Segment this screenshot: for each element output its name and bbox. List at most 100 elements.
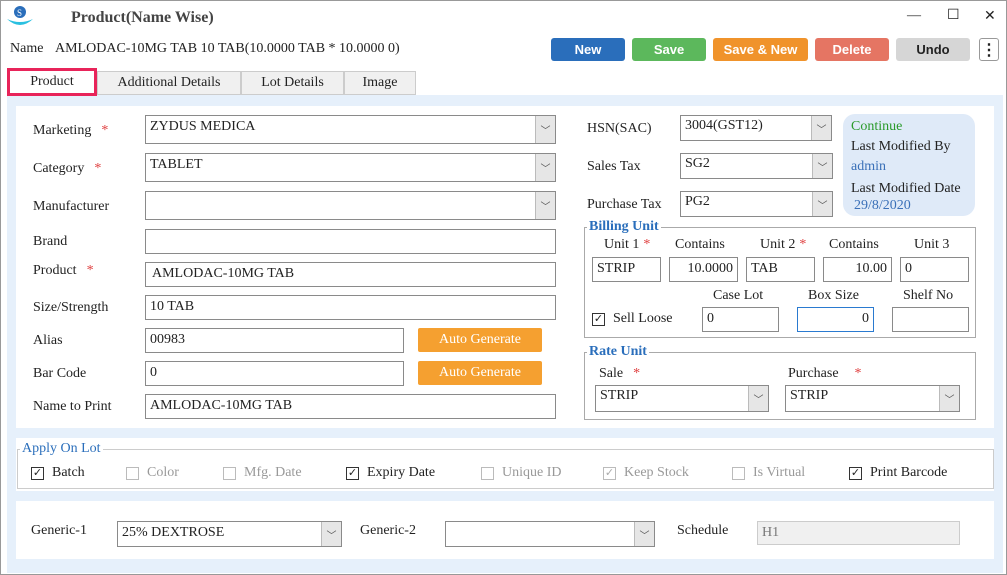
size-label: Size/Strength: [33, 300, 108, 316]
barcode-auto-generate-button[interactable]: Auto Generate: [418, 361, 542, 385]
hsn-label: HSN(SAC): [587, 121, 652, 137]
tab-additional-details[interactable]: Additional Details: [97, 71, 241, 95]
name-to-print-input[interactable]: AMLODAC-10MG TAB: [145, 394, 556, 419]
contains2-input[interactable]: 10.00: [823, 257, 892, 282]
apply-on-lot-checkbox: Is Virtual: [732, 465, 805, 481]
category-label: Category*: [33, 161, 101, 177]
sale-unit-select[interactable]: STRIP﹀: [595, 385, 769, 412]
purchase-tax-select[interactable]: PG2﹀: [680, 191, 833, 217]
checkbox-label: Unique ID: [502, 465, 562, 481]
checkbox-icon: [732, 467, 745, 480]
status-state: Continue: [851, 119, 902, 135]
tab-product[interactable]: Product: [7, 68, 97, 96]
size-input[interactable]: 10 TAB: [145, 295, 556, 320]
alias-auto-generate-button[interactable]: Auto Generate: [418, 328, 542, 352]
checkbox-label: Keep Stock: [624, 465, 689, 481]
category-select[interactable]: TABLET﹀: [145, 153, 556, 182]
checkbox-icon: [481, 467, 494, 480]
tab-image[interactable]: Image: [344, 71, 416, 95]
chevron-down-icon: ﹀: [939, 386, 959, 411]
save-new-button[interactable]: Save & New: [713, 38, 808, 61]
manufacturer-select[interactable]: ﹀: [145, 191, 556, 220]
checkbox-label: Batch: [52, 465, 85, 481]
modified-date-value: 29/8/2020: [854, 198, 911, 214]
generic2-select[interactable]: ﹀: [445, 521, 655, 547]
tab-lot-details[interactable]: Lot Details: [241, 71, 344, 95]
case-lot-label: Case Lot: [713, 288, 763, 304]
checkbox-label: Print Barcode: [870, 465, 947, 481]
box-size-label: Box Size: [808, 288, 859, 304]
unit2-input[interactable]: TAB: [746, 257, 815, 282]
unit2-label: Unit 2*: [760, 237, 806, 253]
purchase-label: Purchase*: [788, 366, 862, 382]
marketing-select[interactable]: ZYDUS MEDICA﹀: [145, 115, 556, 144]
chevron-down-icon: ﹀: [811, 116, 831, 140]
checkbox-checked-icon: ✓: [346, 467, 359, 480]
chevron-down-icon: ﹀: [535, 192, 555, 219]
chevron-down-icon: ﹀: [535, 154, 555, 181]
modified-by-value: admin: [851, 159, 886, 175]
checkbox-label: Mfg. Date: [244, 465, 302, 481]
barcode-input[interactable]: 0: [145, 361, 404, 386]
rate-unit-title: Rate Unit: [587, 344, 649, 360]
case-lot-input[interactable]: 0: [702, 307, 779, 332]
unit3-label: Unit 3: [914, 237, 949, 253]
more-menu-button[interactable]: ⋮: [979, 38, 999, 61]
checkbox-checked-icon: ✓: [31, 467, 44, 480]
apply-on-lot-title: Apply On Lot: [20, 441, 103, 457]
checkbox-checked-icon: ✓: [592, 313, 605, 326]
name-to-print-label: Name to Print: [33, 399, 112, 415]
marketing-label: Marketing*: [33, 123, 108, 139]
new-button[interactable]: New: [551, 38, 625, 61]
svg-text:S: S: [17, 8, 22, 18]
hsn-select[interactable]: 3004(GST12)﹀: [680, 115, 832, 141]
schedule-label: Schedule: [677, 523, 728, 539]
manufacturer-label: Manufacturer: [33, 199, 109, 215]
billing-unit-title: Billing Unit: [587, 219, 661, 235]
undo-button[interactable]: Undo: [896, 38, 970, 61]
chevron-down-icon: ﹀: [812, 154, 832, 178]
shelf-no-label: Shelf No: [903, 288, 953, 304]
modified-date-label: Last Modified Date: [851, 181, 961, 197]
generic1-select[interactable]: 25% DEXTROSE﹀: [117, 521, 342, 547]
apply-on-lot-checkbox[interactable]: ✓Expiry Date: [346, 465, 435, 481]
name-label: Name: [10, 41, 43, 57]
apply-on-lot-checkbox: Unique ID: [481, 465, 562, 481]
chevron-down-icon: ﹀: [748, 386, 768, 411]
apply-on-lot-checkbox[interactable]: ✓ Print Barcode: [849, 465, 947, 481]
unit3-input[interactable]: 0: [900, 257, 969, 282]
schedule-input: H1: [757, 521, 960, 545]
sales-tax-select[interactable]: SG2﹀: [680, 153, 833, 179]
unit1-input[interactable]: STRIP: [592, 257, 661, 282]
brand-label: Brand: [33, 234, 67, 250]
chevron-down-icon: ﹀: [321, 522, 341, 546]
close-button[interactable]: ✕: [984, 8, 996, 25]
minimize-button[interactable]: —: [907, 8, 921, 24]
product-input[interactable]: AMLODAC-10MG TAB: [145, 262, 556, 287]
alias-label: Alias: [33, 333, 63, 349]
apply-on-lot-checkbox[interactable]: ✓ Batch: [31, 465, 85, 481]
sell-loose-checkbox[interactable]: ✓Sell Loose: [592, 311, 673, 327]
window-title: Product(Name Wise): [71, 9, 214, 27]
product-label: Product*: [33, 263, 94, 279]
apply-on-lot-checkbox: ✓ Keep Stock: [603, 465, 689, 481]
box-size-input[interactable]: 0: [797, 307, 874, 332]
generic1-label: Generic-1: [31, 523, 87, 539]
chevron-down-icon: ﹀: [634, 522, 654, 546]
save-button[interactable]: Save: [632, 38, 706, 61]
alias-input[interactable]: 00983: [145, 328, 404, 353]
checkbox-icon: [126, 467, 139, 480]
maximize-button[interactable]: ☐: [947, 7, 960, 24]
purchase-tax-label: Purchase Tax: [587, 197, 662, 213]
checkbox-checked-icon: ✓: [603, 467, 616, 480]
name-value: AMLODAC-10MG TAB 10 TAB(10.0000 TAB * 10…: [55, 41, 400, 57]
contains1-input[interactable]: 10.0000: [669, 257, 738, 282]
checkbox-checked-icon: ✓: [849, 467, 862, 480]
brand-input[interactable]: [145, 229, 556, 254]
shelf-no-input[interactable]: [892, 307, 969, 332]
contains2-label: Contains: [829, 237, 879, 253]
purchase-unit-select[interactable]: STRIP﹀: [785, 385, 960, 412]
delete-button[interactable]: Delete: [815, 38, 889, 61]
modified-by-label: Last Modified By: [851, 139, 951, 155]
app-logo: S: [5, 5, 35, 29]
